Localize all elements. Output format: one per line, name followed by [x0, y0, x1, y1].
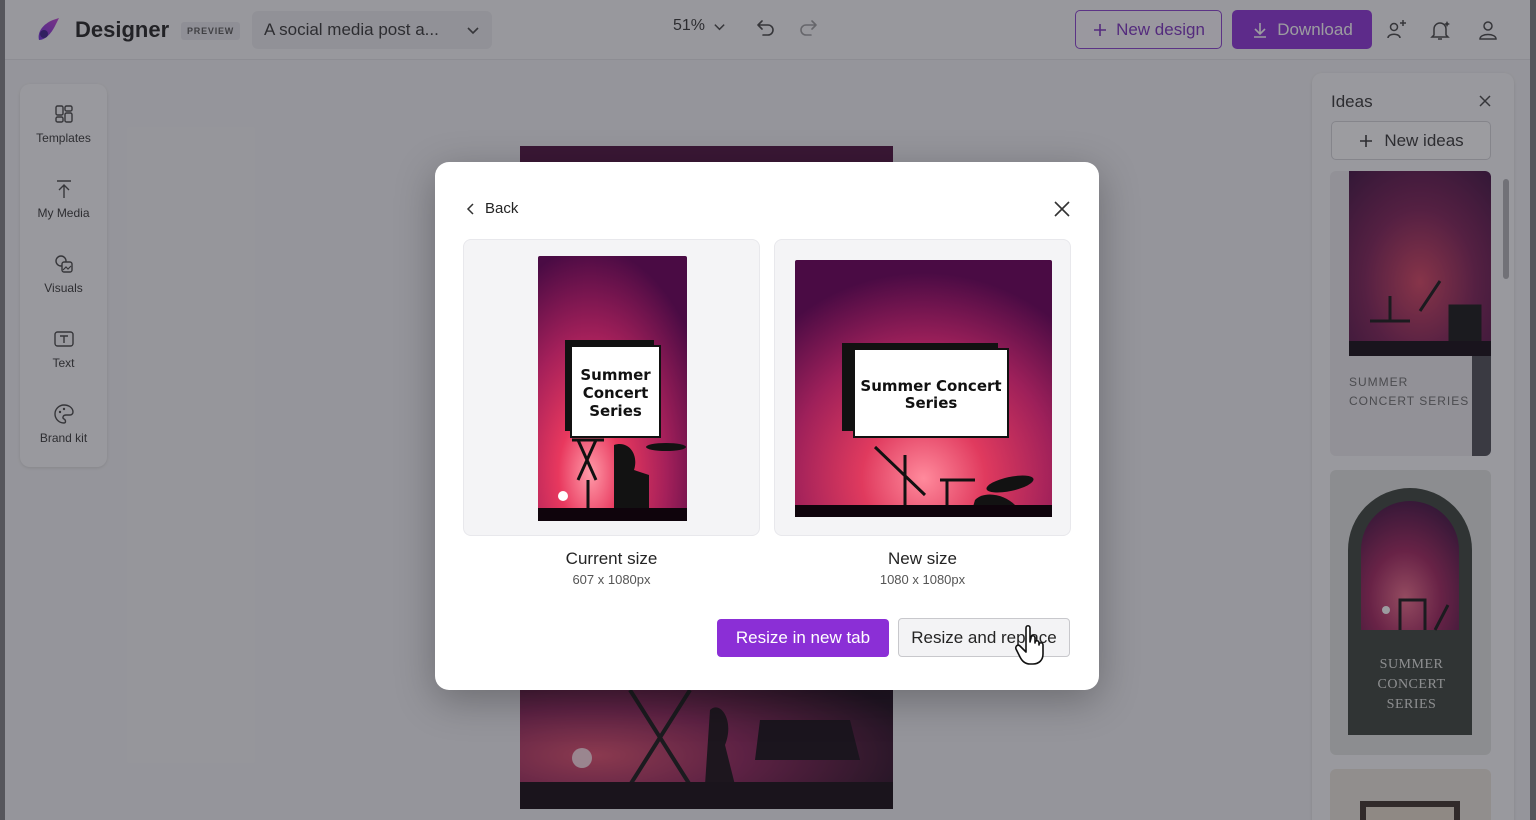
poster-line: Summer Concert — [860, 377, 1002, 395]
back-button[interactable]: Back — [465, 200, 518, 217]
current-poster-title: Summer Concert Series — [571, 366, 660, 420]
chevron-left-icon — [466, 202, 474, 215]
current-size-dims: 607 x 1080px — [572, 572, 651, 587]
resize-in-new-tab-button[interactable]: Resize in new tab — [717, 619, 889, 657]
poster-line: Concert — [582, 384, 649, 402]
hand-cursor-icon — [1015, 624, 1044, 665]
current-size-option[interactable]: Summer Concert Series — [463, 239, 760, 536]
new-size-dims: 1080 x 1080px — [879, 572, 966, 587]
resize-dialog: Back Summer Concert Series Current size … — [435, 162, 1099, 690]
new-size-label: New size — [888, 549, 957, 568]
new-size-option[interactable]: Summer Concert Series — [774, 239, 1071, 536]
poster-line: Summer — [580, 366, 651, 384]
close-icon[interactable] — [1051, 198, 1073, 220]
new-poster-title: Summer Concert Series — [854, 378, 1008, 412]
current-size-label: Current size — [565, 549, 658, 568]
poster-line: Series — [904, 394, 958, 412]
back-label: Back — [485, 200, 519, 217]
poster-line: Series — [589, 402, 642, 420]
